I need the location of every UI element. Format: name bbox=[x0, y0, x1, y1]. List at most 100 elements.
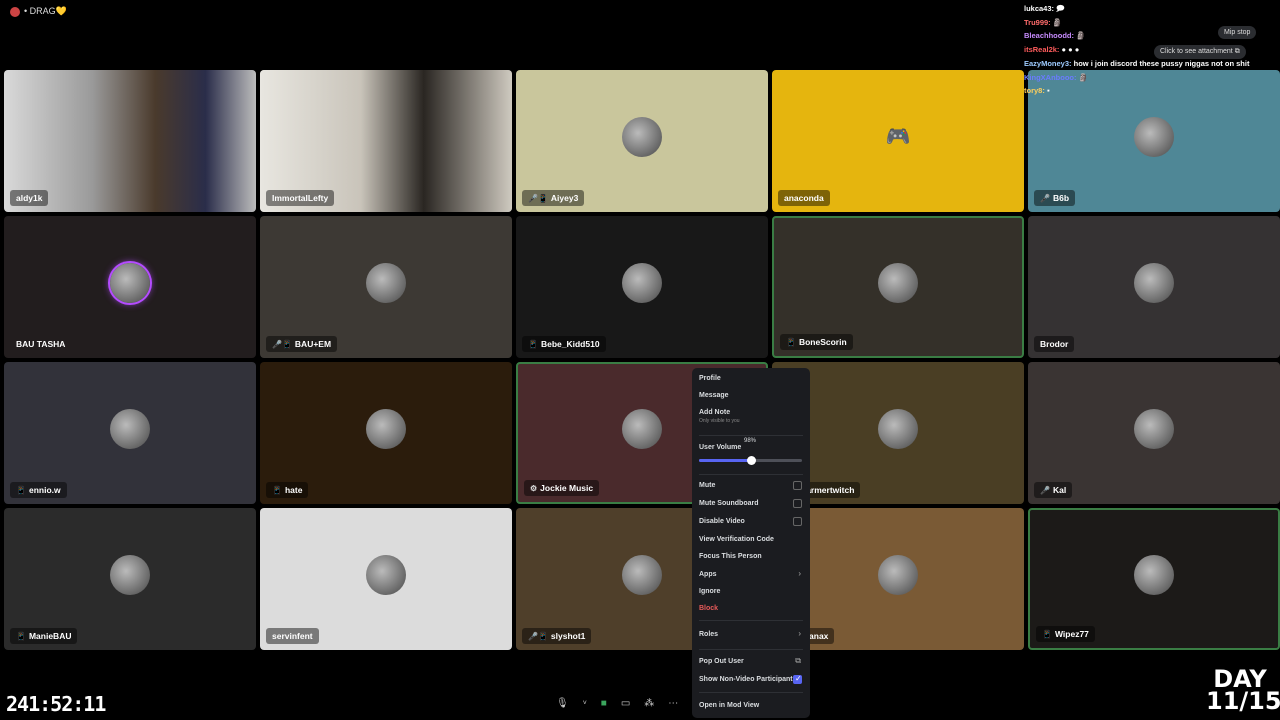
menu-open-mod-view[interactable]: Open in Mod View bbox=[699, 702, 759, 709]
avatar bbox=[366, 263, 406, 303]
avatar bbox=[366, 409, 406, 449]
participant-name: 📱 BoneScorin bbox=[780, 334, 853, 350]
participant-tile[interactable]: 📱 hate bbox=[260, 362, 512, 504]
chat-username: EazyMoney3: bbox=[1024, 58, 1072, 68]
chevron-down-icon[interactable]: ˅ bbox=[583, 700, 587, 707]
avatar bbox=[366, 555, 406, 595]
menu-divider bbox=[699, 620, 803, 621]
menu-disable-video[interactable]: Disable Video bbox=[699, 518, 745, 525]
participant-name: 📱 ennio.w bbox=[10, 482, 67, 498]
chat-text: 🗿 bbox=[1076, 31, 1086, 41]
avatar bbox=[622, 263, 662, 303]
pop-out-icon: ⧉ bbox=[795, 656, 801, 665]
participant-name: 🎤📱 Aiyey3 bbox=[522, 190, 585, 206]
status-icon: 📱 bbox=[786, 337, 796, 347]
mute-checkbox[interactable] bbox=[793, 481, 802, 490]
menu-focus-person[interactable]: Focus This Person bbox=[699, 553, 762, 560]
menu-user-volume-label: User Volume bbox=[699, 444, 742, 451]
attachment-pill[interactable]: Click to see attachment ⧉ bbox=[1154, 45, 1246, 59]
participant-name-text: Aiyey3 bbox=[550, 193, 579, 203]
participant-tile[interactable]: servinfent bbox=[260, 508, 512, 650]
participant-name: ⚙ Jockie Music bbox=[524, 480, 600, 496]
menu-view-verification-code[interactable]: View Verification Code bbox=[699, 536, 774, 543]
participant-name: 📱 Bebe_Kidd510 bbox=[522, 336, 606, 352]
participant-name-text: Brodor bbox=[1040, 339, 1069, 349]
add-note-sub: Only visible to you bbox=[699, 418, 740, 424]
chat-text: 🗿 bbox=[1052, 17, 1063, 27]
disable-video-checkbox[interactable] bbox=[793, 517, 802, 526]
chat-text: 🗩 bbox=[1056, 4, 1065, 13]
slider-fill bbox=[699, 459, 751, 462]
participant-tile[interactable]: aldy1k bbox=[4, 70, 256, 212]
menu-pop-out-user[interactable]: Pop Out User bbox=[699, 658, 744, 665]
chat-text: ● ● ● bbox=[1061, 45, 1080, 55]
participant-tile[interactable]: 🎮 anaconda bbox=[772, 70, 1024, 212]
participant-name-text: BoneScorin bbox=[798, 337, 847, 347]
menu-mute-soundboard[interactable]: Mute Soundboard bbox=[699, 500, 759, 507]
menu-ignore[interactable]: Ignore bbox=[699, 588, 720, 595]
microphone-icon[interactable]: 🎙 bbox=[556, 698, 569, 709]
menu-profile[interactable]: Profile bbox=[699, 375, 721, 382]
show-non-video-checkbox[interactable] bbox=[793, 674, 802, 684]
activities-icon[interactable]: ⁂ bbox=[644, 698, 654, 709]
participant-tile[interactable]: 🎤 Kal bbox=[1028, 362, 1280, 504]
participant-tile[interactable]: ImmortalLefty bbox=[260, 70, 512, 212]
stream-title: • DRAG💛 bbox=[10, 6, 67, 17]
avatar bbox=[1134, 555, 1174, 595]
avatar bbox=[1134, 263, 1174, 303]
status-icon: 📱 bbox=[528, 339, 538, 349]
avatar bbox=[110, 263, 150, 303]
participant-name-text: hate bbox=[284, 485, 303, 495]
camera-icon[interactable]: ■ bbox=[601, 698, 607, 709]
status-icon: 📱 bbox=[16, 631, 26, 641]
participant-tile[interactable]: 🎤📱 Aiyey3 bbox=[516, 70, 768, 212]
participant-tile[interactable]: 🎤📱 BAU+EM bbox=[260, 216, 512, 358]
menu-message[interactable]: Message bbox=[699, 392, 729, 399]
screen-share-icon[interactable]: ▭ bbox=[621, 698, 630, 709]
avatar bbox=[10, 6, 20, 17]
participant-tile[interactable]: 📱 ManieBAU bbox=[4, 508, 256, 650]
volume-value: 98% bbox=[744, 438, 757, 444]
chat-message: lukca43: 🗩 bbox=[1024, 2, 1280, 16]
avatar bbox=[622, 117, 662, 157]
participant-tile[interactable]: BAU TASHA bbox=[4, 216, 256, 358]
avatar bbox=[110, 555, 150, 595]
mute-soundboard-checkbox[interactable] bbox=[793, 499, 802, 508]
participant-tile[interactable]: Brodor bbox=[1028, 216, 1280, 358]
slider-knob[interactable] bbox=[746, 456, 756, 465]
menu-add-note[interactable]: Add Note Only visible to you bbox=[699, 409, 740, 424]
participant-tile[interactable]: 📱 BoneScorin bbox=[772, 216, 1024, 358]
menu-divider bbox=[699, 649, 803, 650]
participant-name: 🎤 Kal bbox=[1034, 482, 1073, 498]
chevron-right-icon: › bbox=[798, 629, 801, 638]
menu-block[interactable]: Block bbox=[699, 605, 718, 612]
participant-name-text: ImmortalLefty bbox=[272, 193, 329, 203]
chat-username: Tru999: bbox=[1024, 17, 1051, 27]
avatar bbox=[622, 409, 662, 449]
participant-name: 🎤📱 slyshot1 bbox=[522, 628, 592, 644]
chat-username: tory8: bbox=[1024, 86, 1045, 96]
menu-roles[interactable]: Roles bbox=[699, 631, 718, 638]
chat-username: itsReal2k: bbox=[1024, 45, 1060, 55]
participant-name: 🎤📱 BAU+EM bbox=[266, 336, 338, 352]
participant-name-text: ManieBAU bbox=[28, 631, 72, 641]
participant-name: aldy1k bbox=[10, 190, 49, 206]
participant-tile[interactable]: 📱 Wipez77 bbox=[1028, 508, 1280, 650]
participant-name-text: aldy1k bbox=[16, 193, 43, 203]
participant-name: Brodor bbox=[1034, 336, 1075, 352]
chat-text: how i join discord these pussy niggas no… bbox=[1073, 58, 1250, 68]
user-context-menu: Profile Message Add Note Only visible to … bbox=[692, 368, 810, 718]
participant-name: servinfent bbox=[266, 628, 319, 644]
participant-tile[interactable]: 📱 Bebe_Kidd510 bbox=[516, 216, 768, 358]
more-icon[interactable]: ⋯ bbox=[668, 698, 678, 709]
user-volume-slider[interactable] bbox=[699, 456, 802, 465]
chat-message: EazyMoney3: how i join discord these pus… bbox=[1024, 57, 1280, 71]
participant-tile[interactable]: 📱 ennio.w bbox=[4, 362, 256, 504]
participant-name-text: Wipez77 bbox=[1054, 629, 1089, 639]
menu-mute[interactable]: Mute bbox=[699, 482, 715, 489]
chat-username: Bleachhoodd: bbox=[1024, 31, 1074, 41]
chat-username: lukca43: bbox=[1024, 4, 1055, 13]
status-icon: 🎤📱 bbox=[528, 631, 548, 641]
menu-apps[interactable]: Apps bbox=[699, 571, 717, 578]
menu-show-non-video[interactable]: Show Non-Video Participants bbox=[699, 676, 797, 683]
